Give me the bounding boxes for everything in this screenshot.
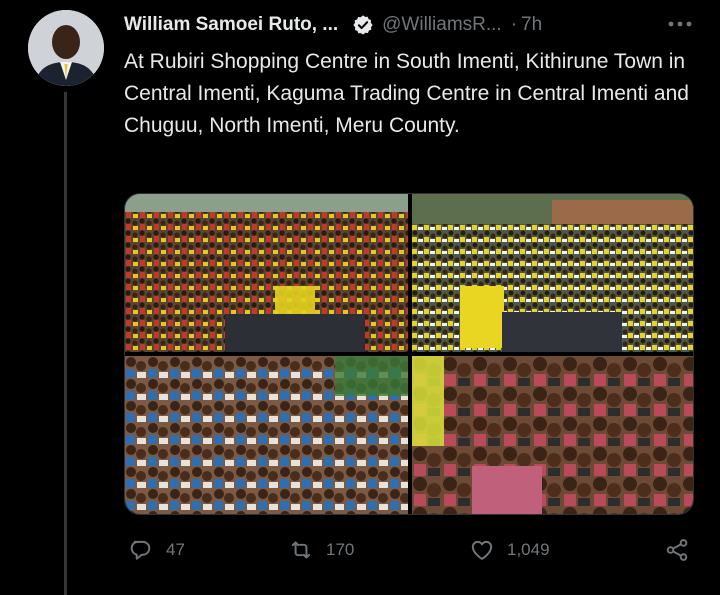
retweet-icon bbox=[291, 541, 311, 559]
tweet-header: William Samoei Ruto, ... @WilliamsR... ·… bbox=[124, 12, 704, 38]
author-handle[interactable]: @WilliamsR... bbox=[382, 14, 502, 36]
photo-crowd-2[interactable] bbox=[412, 194, 693, 352]
verified-badge-icon bbox=[352, 14, 374, 36]
thread-line bbox=[64, 92, 67, 595]
reply-button[interactable]: 47 bbox=[128, 535, 185, 565]
reply-bubble-icon bbox=[130, 540, 151, 560]
like-button[interactable]: 1,049 bbox=[469, 535, 550, 565]
photo-crowd-3[interactable] bbox=[125, 356, 408, 514]
retweet-count: 170 bbox=[326, 540, 355, 559]
heart-icon bbox=[471, 540, 493, 560]
like-count: 1,049 bbox=[507, 540, 550, 559]
photo-crowd-4[interactable] bbox=[412, 356, 693, 514]
more-dots-icon[interactable] bbox=[665, 14, 695, 34]
photo-crowd-1[interactable] bbox=[125, 194, 408, 352]
avatar[interactable] bbox=[28, 10, 104, 86]
timestamp[interactable]: 7h bbox=[521, 14, 542, 36]
author-name[interactable]: William Samoei Ruto, ... bbox=[124, 14, 338, 36]
reply-count: 47 bbox=[166, 540, 185, 559]
retweet-button[interactable]: 170 bbox=[288, 535, 354, 565]
share-button[interactable] bbox=[664, 535, 702, 565]
tweet-card[interactable]: William Samoei Ruto, ... @WilliamsR... ·… bbox=[0, 0, 720, 595]
header-separator: · bbox=[510, 14, 518, 35]
tweet-text: At Rubiri Shopping Centre in South Iment… bbox=[124, 50, 689, 137]
share-icon bbox=[666, 539, 688, 561]
tweet-actions: 47 170 1,049 bbox=[124, 535, 699, 565]
media-grid bbox=[124, 193, 694, 515]
